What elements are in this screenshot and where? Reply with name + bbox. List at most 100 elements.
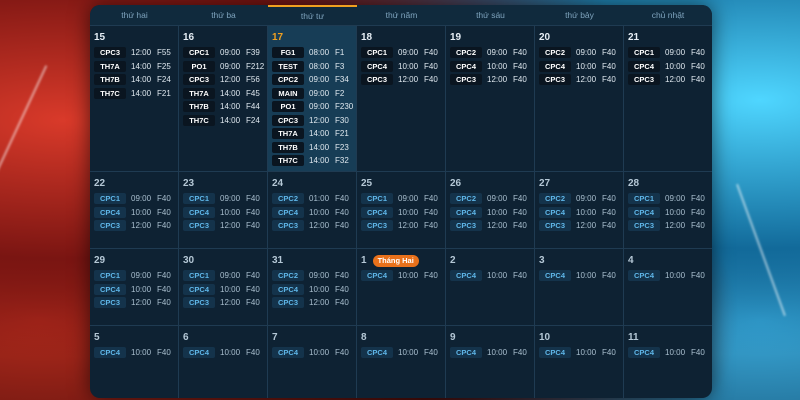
calendar-event[interactable]: CPC4 10:00 F40 — [94, 206, 178, 220]
calendar-event[interactable]: CPC3 12:00 F40 — [628, 219, 712, 233]
calendar-event[interactable]: CPC4 10:00 F40 — [272, 206, 356, 220]
calendar-event[interactable]: CPC3 12:00 F40 — [539, 73, 623, 87]
calendar-event[interactable]: CPC1 09:00 F40 — [361, 192, 445, 206]
calendar-event[interactable]: TH7C 14:00 F32 — [272, 154, 356, 168]
calendar-day-cell[interactable]: 10 CPC4 10:00 F40 — [535, 326, 624, 398]
calendar-event[interactable]: CPC4 10:00 F40 — [539, 346, 623, 360]
calendar-day-cell[interactable]: 3 CPC4 10:00 F40 — [535, 249, 624, 325]
calendar-event[interactable]: CPC4 10:00 F40 — [94, 283, 178, 297]
calendar-day-cell[interactable]: 20 CPC2 09:00 F40 CPC4 10:00 F40 CPC3 12:00 F40 — [535, 26, 624, 171]
calendar-day-cell[interactable]: 21 CPC1 09:00 F40 CPC4 10:00 F40 CPC3 12:00 F40 — [624, 26, 712, 171]
calendar-event[interactable]: CPC4 10:00 F40 — [183, 206, 267, 220]
calendar-event[interactable]: CPC3 12:00 F40 — [361, 73, 445, 87]
calendar-day-cell[interactable]: 30 CPC1 09:00 F40 CPC4 10:00 F40 CPC3 12:00 F40 — [179, 249, 268, 325]
calendar-event[interactable]: CPC2 09:00 F40 — [450, 46, 534, 60]
calendar-event[interactable]: CPC2 01:00 F40 — [272, 192, 356, 206]
calendar-event[interactable]: CPC4 10:00 F40 — [450, 206, 534, 220]
calendar-event[interactable]: CPC1 09:00 F40 — [628, 192, 712, 206]
calendar-event[interactable]: CPC1 09:00 F40 — [94, 269, 178, 283]
calendar-event[interactable]: CPC4 10:00 F40 — [361, 269, 445, 283]
calendar-event[interactable]: CPC4 10:00 F40 — [361, 60, 445, 74]
calendar-event[interactable]: CPC3 12:00 F30 — [272, 114, 356, 128]
calendar-day-cell[interactable]: 16 CPC1 09:00 F39 PO1 09:00 F212 CPC3 12:00 F56 TH… — [179, 26, 268, 171]
calendar-event[interactable]: CPC4 10:00 F40 — [539, 269, 623, 283]
calendar-event[interactable]: CPC3 12:00 F40 — [450, 219, 534, 233]
calendar-event[interactable]: CPC4 10:00 F40 — [539, 206, 623, 220]
calendar-day-cell[interactable]: 24 CPC2 01:00 F40 CPC4 10:00 F40 CPC3 12:00 F40 — [268, 172, 357, 248]
calendar-event[interactable]: CPC1 09:00 F40 — [183, 269, 267, 283]
calendar-event[interactable]: TH7A 14:00 F21 — [272, 127, 356, 141]
calendar-day-cell[interactable]: 19 CPC2 09:00 F40 CPC4 10:00 F40 CPC3 12:00 F40 — [446, 26, 535, 171]
calendar-event[interactable]: CPC4 10:00 F40 — [450, 346, 534, 360]
calendar-event[interactable]: TH7B 14:00 F24 — [94, 73, 178, 87]
calendar-event[interactable]: CPC4 10:00 F40 — [450, 60, 534, 74]
calendar-day-cell[interactable]: 11 CPC4 10:00 F40 — [624, 326, 712, 398]
calendar-day-cell[interactable]: 4 CPC4 10:00 F40 — [624, 249, 712, 325]
calendar-event[interactable]: CPC3 12:00 F40 — [539, 219, 623, 233]
calendar-event[interactable]: CPC3 12:00 F40 — [450, 73, 534, 87]
calendar-day-cell[interactable]: 25 CPC1 09:00 F40 CPC4 10:00 F40 CPC3 12:00 F40 — [357, 172, 446, 248]
calendar-event[interactable]: CPC3 12:00 F40 — [183, 296, 267, 310]
calendar-event[interactable]: CPC1 09:00 F40 — [361, 46, 445, 60]
calendar-event[interactable]: CPC4 10:00 F40 — [628, 206, 712, 220]
calendar-event[interactable]: CPC2 09:00 F40 — [272, 269, 356, 283]
calendar-event[interactable]: CPC4 10:00 F40 — [539, 60, 623, 74]
calendar-event[interactable]: CPC4 10:00 F40 — [272, 346, 356, 360]
calendar-event[interactable]: CPC3 12:00 F40 — [628, 73, 712, 87]
calendar-event[interactable]: TH7B 14:00 F23 — [272, 141, 356, 155]
calendar-event[interactable]: CPC3 12:00 F40 — [272, 219, 356, 233]
calendar-event[interactable]: CPC1 09:00 F40 — [183, 192, 267, 206]
calendar-event[interactable]: CPC2 09:00 F40 — [539, 192, 623, 206]
calendar-event[interactable]: CPC4 10:00 F40 — [628, 269, 712, 283]
calendar-day-cell[interactable]: 29 CPC1 09:00 F40 CPC4 10:00 F40 CPC3 12:00 F40 — [90, 249, 179, 325]
calendar-event[interactable]: CPC4 10:00 F40 — [361, 206, 445, 220]
calendar-event[interactable]: CPC1 09:00 F40 — [94, 192, 178, 206]
calendar-event[interactable]: CPC4 10:00 F40 — [361, 346, 445, 360]
calendar-day-cell[interactable]: 1 Tháng Hai CPC4 10:00 F40 — [357, 249, 446, 325]
calendar-event[interactable]: CPC4 10:00 F40 — [94, 346, 178, 360]
calendar-event[interactable]: TH7B 14:00 F44 — [183, 100, 267, 114]
calendar-event[interactable]: CPC4 10:00 F40 — [450, 269, 534, 283]
calendar-event[interactable]: TEST 08:00 F3 — [272, 60, 356, 74]
calendar-event[interactable]: TH7A 14:00 F45 — [183, 87, 267, 101]
calendar-event[interactable]: TH7C 14:00 F21 — [94, 87, 178, 101]
calendar-event[interactable]: PO1 09:00 F212 — [183, 60, 267, 74]
calendar-event[interactable]: CPC2 09:00 F34 — [272, 73, 356, 87]
calendar-day-cell[interactable]: 18 CPC1 09:00 F40 CPC4 10:00 F40 CPC3 12:00 F40 — [357, 26, 446, 171]
calendar-event[interactable]: CPC3 12:00 F55 — [94, 46, 178, 60]
calendar-event[interactable]: TH7C 14:00 F24 — [183, 114, 267, 128]
calendar-event[interactable]: CPC3 12:00 F40 — [272, 296, 356, 310]
calendar-event[interactable]: FG1 08:00 F1 — [272, 46, 356, 60]
calendar-day-cell[interactable]: 6 CPC4 10:00 F40 — [179, 326, 268, 398]
calendar-day-cell[interactable]: 22 CPC1 09:00 F40 CPC4 10:00 F40 CPC3 12:00 F40 — [90, 172, 179, 248]
calendar-day-cell[interactable]: 26 CPC2 09:00 F40 CPC4 10:00 F40 CPC3 12:00 F40 — [446, 172, 535, 248]
calendar-day-cell[interactable]: 9 CPC4 10:00 F40 — [446, 326, 535, 398]
calendar-day-cell[interactable]: 2 CPC4 10:00 F40 — [446, 249, 535, 325]
calendar-event[interactable]: MAIN 09:00 F2 — [272, 87, 356, 101]
calendar-day-cell[interactable]: 8 CPC4 10:00 F40 — [357, 326, 446, 398]
calendar-event[interactable]: CPC4 10:00 F40 — [272, 283, 356, 297]
calendar-day-cell[interactable]: 31 CPC2 09:00 F40 CPC4 10:00 F40 CPC3 12:00 F40 — [268, 249, 357, 325]
calendar-event[interactable]: CPC3 12:00 F40 — [94, 296, 178, 310]
calendar-event[interactable]: CPC3 12:00 F40 — [183, 219, 267, 233]
calendar-day-cell[interactable]: 5 CPC4 10:00 F40 — [90, 326, 179, 398]
calendar-event[interactable]: CPC3 12:00 F40 — [361, 219, 445, 233]
calendar-day-cell[interactable]: 28 CPC1 09:00 F40 CPC4 10:00 F40 CPC3 12:00 F40 — [624, 172, 712, 248]
calendar-day-cell[interactable]: 7 CPC4 10:00 F40 — [268, 326, 357, 398]
calendar-day-cell[interactable]: 17 FG1 08:00 F1 TEST 08:00 F3 CPC2 09:00 F34 MAIN 0… — [268, 26, 357, 171]
calendar-event[interactable]: CPC3 12:00 F40 — [94, 219, 178, 233]
calendar-event[interactable]: CPC1 09:00 F40 — [628, 46, 712, 60]
calendar-event[interactable]: CPC2 09:00 F40 — [450, 192, 534, 206]
calendar-event[interactable]: PO1 09:00 F230 — [272, 100, 356, 114]
calendar-event[interactable]: CPC2 09:00 F40 — [539, 46, 623, 60]
calendar-event[interactable]: CPC1 09:00 F39 — [183, 46, 267, 60]
calendar-event[interactable]: CPC4 10:00 F40 — [183, 283, 267, 297]
calendar-event[interactable]: CPC3 12:00 F56 — [183, 73, 267, 87]
calendar-event[interactable]: TH7A 14:00 F25 — [94, 60, 178, 74]
calendar-day-cell[interactable]: 15 CPC3 12:00 F55 TH7A 14:00 F25 TH7B 14:00 F24 TH… — [90, 26, 179, 171]
calendar-day-cell[interactable]: 27 CPC2 09:00 F40 CPC4 10:00 F40 CPC3 12:00 F40 — [535, 172, 624, 248]
calendar-event[interactable]: CPC4 10:00 F40 — [183, 346, 267, 360]
calendar-event[interactable]: CPC4 10:00 F40 — [628, 346, 712, 360]
calendar-event[interactable]: CPC4 10:00 F40 — [628, 60, 712, 74]
calendar-day-cell[interactable]: 23 CPC1 09:00 F40 CPC4 10:00 F40 CPC3 12:00 F40 — [179, 172, 268, 248]
